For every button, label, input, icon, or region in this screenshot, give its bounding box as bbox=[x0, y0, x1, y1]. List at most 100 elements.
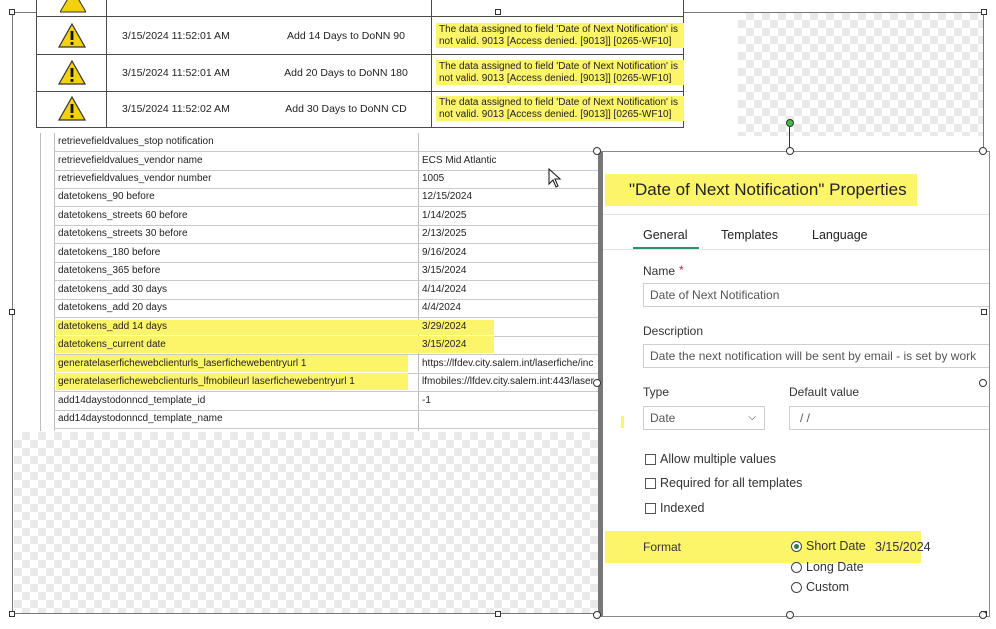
field-value: 9/16/2024 bbox=[422, 247, 467, 258]
format-sample: 3/15/2024 bbox=[875, 540, 931, 554]
warning-icon bbox=[57, 95, 87, 127]
table-row[interactable]: retrievefieldvalues_stop notification bbox=[54, 133, 610, 152]
name-label: Name bbox=[643, 264, 676, 278]
resize-handle[interactable] bbox=[9, 309, 15, 315]
description-label: Description bbox=[643, 324, 704, 338]
field-name: datetokens_streets 30 before bbox=[58, 228, 188, 239]
resize-handle[interactable] bbox=[9, 9, 15, 15]
table-row[interactable]: datetokens_current date 3/15/2024 bbox=[54, 336, 610, 355]
resize-handle[interactable] bbox=[9, 611, 15, 617]
indexed-checkbox[interactable]: Indexed bbox=[645, 501, 704, 515]
type-select[interactable]: Date ⌵ bbox=[643, 406, 765, 430]
field-name: datetokens_current date bbox=[58, 339, 166, 350]
warning-timestamp: 3/15/2024 11:52:02 AM bbox=[122, 103, 230, 115]
field-name: retrievefieldvalues_vendor number bbox=[58, 173, 212, 184]
type-select-value: Date bbox=[650, 411, 676, 425]
field-value: 1/14/2025 bbox=[422, 210, 467, 221]
table-row[interactable]: datetokens_365 before 3/15/2024 bbox=[54, 262, 610, 281]
warning-row[interactable]: 3/15/2024 11:52:01 AM Add 14 Days to DoN… bbox=[36, 18, 684, 55]
radio-label: Long Date bbox=[806, 560, 864, 574]
warning-row[interactable]: 3/15/2024 11:52:02 AM Add 30 Days to DoN… bbox=[36, 91, 684, 128]
checkbox-box[interactable] bbox=[645, 453, 656, 465]
format-short-date-radio[interactable]: Short Date bbox=[791, 539, 866, 553]
warning-row[interactable]: 3/15/2024 11:52:01 AM Add 20 Days to DoN… bbox=[36, 55, 684, 92]
resize-handle[interactable] bbox=[979, 379, 987, 387]
warning-action: Add 20 Days to DoNN 180 bbox=[284, 67, 408, 79]
field-value: 3/15/2024 bbox=[422, 265, 467, 276]
properties-dialog: "Date of Next Notification" Properties G… bbox=[598, 151, 990, 617]
resize-handle[interactable] bbox=[495, 9, 501, 15]
table-row[interactable]: datetokens_add 14 days 3/29/2024 bbox=[54, 318, 610, 337]
radio-unselected[interactable] bbox=[791, 581, 802, 593]
allow-multiple-checkbox[interactable]: Allow multiple values bbox=[645, 452, 776, 466]
checkbox-box[interactable] bbox=[645, 477, 656, 489]
default-value-label: Default value bbox=[789, 385, 860, 399]
table-row[interactable]: datetokens_streets 60 before 1/14/2025 bbox=[54, 207, 610, 226]
format-custom-radio[interactable]: Custom bbox=[791, 580, 849, 594]
required-templates-checkbox[interactable]: Required for all templates bbox=[645, 476, 802, 490]
field-name: generatelaserfichewebclienturls_lfmobile… bbox=[58, 376, 355, 387]
format-label: Format bbox=[643, 540, 682, 554]
field-value: ECS Mid Atlantic bbox=[422, 155, 497, 166]
field-name: datetokens_180 before bbox=[58, 247, 161, 258]
table-row[interactable]: retrievefieldvalues_vendor number 1005 bbox=[54, 170, 610, 189]
table-row[interactable]: datetokens_180 before 9/16/2024 bbox=[54, 244, 610, 263]
radio-unselected[interactable] bbox=[791, 561, 802, 573]
table-row[interactable]: retrievefieldvalues_vendor name ECS Mid A… bbox=[54, 152, 610, 171]
resize-handle[interactable] bbox=[979, 147, 987, 155]
warning-icon bbox=[59, 0, 87, 14]
table-border bbox=[40, 133, 41, 431]
table-row[interactable]: datetokens_add 20 days 4/4/2024 bbox=[54, 299, 610, 318]
resize-handle[interactable] bbox=[593, 611, 601, 619]
field-value: 1005 bbox=[422, 173, 445, 184]
table-row[interactable]: datetokens_streets 30 before 2/13/2025 bbox=[54, 225, 610, 244]
warning-message: The data assigned to field 'Date of Next… bbox=[436, 60, 684, 85]
field-name: generatelaserfichewebclienturls_laserfic… bbox=[58, 358, 307, 369]
required-marker: * bbox=[679, 263, 684, 277]
checkbox-box[interactable] bbox=[645, 502, 656, 514]
resize-handle[interactable] bbox=[981, 9, 987, 15]
resize-handle[interactable] bbox=[981, 309, 987, 315]
field-value: -1 bbox=[422, 395, 431, 406]
warning-action: Add 30 Days to DoNN CD bbox=[285, 103, 407, 115]
table-row[interactable]: add14daystodonncd_template_name bbox=[54, 410, 610, 429]
warning-log-table: 3/15/2024 11:52:01 AM Add 14 Days to DoN… bbox=[36, 0, 684, 128]
checkbox-label: Required for all templates bbox=[660, 476, 803, 490]
tab-language[interactable]: Language bbox=[812, 228, 868, 242]
radio-selected[interactable] bbox=[791, 540, 802, 552]
radio-label: Custom bbox=[806, 580, 850, 594]
name-input[interactable]: Date of Next Notification bbox=[643, 283, 989, 307]
default-value-input[interactable]: / / bbox=[789, 406, 989, 430]
field-name: retrievefieldvalues_stop notification bbox=[58, 136, 214, 147]
resize-handle[interactable] bbox=[786, 147, 794, 155]
field-value: https://lfdev.city.salem.int/laserfiche/… bbox=[422, 358, 594, 369]
tab-templates[interactable]: Templates bbox=[721, 228, 778, 242]
tab-general[interactable]: General bbox=[643, 228, 687, 242]
resize-handle[interactable] bbox=[786, 611, 794, 619]
table-row-partial bbox=[36, 0, 684, 17]
table-row[interactable]: datetokens_add 30 days 4/14/2024 bbox=[54, 281, 610, 300]
highlight-marker bbox=[621, 416, 624, 428]
field-name: datetokens_add 30 days bbox=[58, 284, 167, 295]
resize-handle[interactable] bbox=[979, 611, 987, 619]
table-row[interactable]: generatelaserfichewebclienturls_laserfic… bbox=[54, 355, 610, 374]
table-row[interactable]: add14daystodonncd_template_id -1 bbox=[54, 392, 610, 411]
table-row[interactable]: generatelaserfichewebclienturls_lfmobile… bbox=[54, 373, 610, 392]
warning-message: The data assigned to field 'Date of Next… bbox=[436, 23, 684, 48]
field-name: datetokens_streets 60 before bbox=[58, 210, 188, 221]
warning-icon bbox=[57, 22, 87, 54]
table-row[interactable]: datetokens_90 before 12/15/2024 bbox=[54, 188, 610, 207]
resize-handle[interactable] bbox=[495, 611, 501, 617]
warning-timestamp: 3/15/2024 11:52:01 AM bbox=[122, 30, 230, 42]
resize-handle[interactable] bbox=[593, 379, 601, 387]
field-value: 4/4/2024 bbox=[422, 302, 461, 313]
warning-timestamp: 3/15/2024 11:52:01 AM bbox=[122, 67, 230, 79]
type-label: Type bbox=[643, 385, 670, 399]
resize-handle[interactable] bbox=[593, 147, 601, 155]
format-long-date-radio[interactable]: Long Date bbox=[791, 560, 864, 574]
warning-action: Add 14 Days to DoNN 90 bbox=[287, 30, 405, 42]
description-input[interactable]: Date the next notification will be sent … bbox=[643, 344, 989, 368]
field-name: add14daystodonncd_template_name bbox=[58, 413, 223, 424]
field-name: add14daystodonncd_template_id bbox=[58, 395, 206, 406]
rotation-handle[interactable] bbox=[786, 119, 794, 127]
